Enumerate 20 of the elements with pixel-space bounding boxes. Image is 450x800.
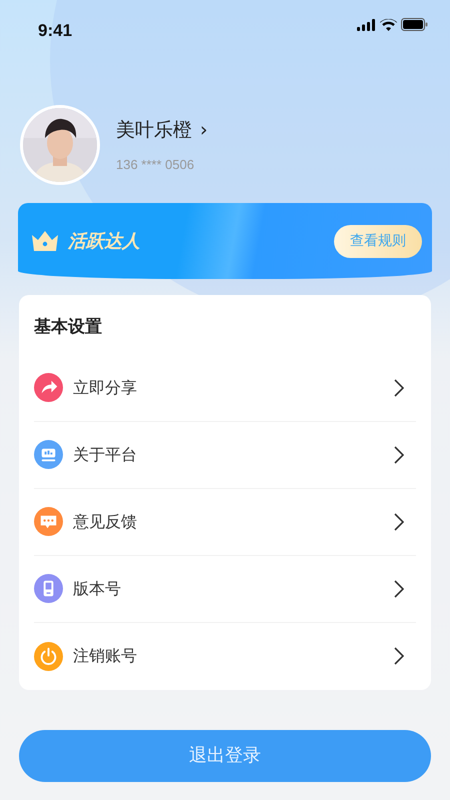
- status-time: 9:41: [38, 20, 72, 42]
- wifi-icon: [380, 18, 397, 30]
- settings-item[interactable]: 立即分享: [34, 354, 416, 422]
- phone-number: 136 **** 0506: [116, 156, 196, 174]
- settings-item[interactable]: 注销账号: [34, 622, 416, 690]
- chevron-icon: [394, 378, 404, 396]
- section-title: 基本设置: [34, 316, 103, 339]
- chevron-icon: [394, 512, 404, 530]
- banner-title: 活跃达人: [68, 230, 140, 254]
- battery-icon: [401, 18, 428, 31]
- crown-icon: [32, 231, 58, 251]
- user-name[interactable]: 美叶乐橙: [116, 116, 192, 144]
- settings-item[interactable]: 版本号: [34, 556, 416, 622]
- settings-item[interactable]: 关于平台: [34, 422, 416, 488]
- chevron-icon[interactable]: ›: [200, 116, 208, 144]
- chevron-icon: [394, 580, 404, 598]
- chevron-icon: [394, 446, 404, 464]
- settings-item[interactable]: 意见反馈: [34, 488, 416, 556]
- chevron-icon: [394, 647, 404, 665]
- signal-icon: [357, 18, 376, 30]
